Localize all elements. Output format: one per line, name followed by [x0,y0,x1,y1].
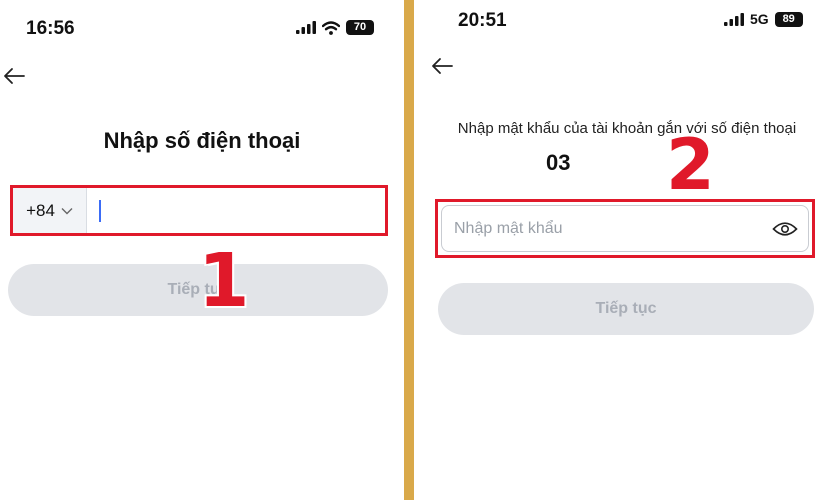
status-time: 20:51 [458,10,507,31]
wifi-icon [322,20,340,35]
signal-icon [724,12,744,26]
phone-number-display: 03 [546,150,571,175]
battery-icon: 89 [774,11,803,27]
continue-button[interactable]: Tiếp tục [438,283,814,335]
password-prompt: Nhập mật khẩu của tài khoản gắn với số đ… [457,120,797,137]
eye-icon[interactable] [772,221,798,237]
password-entry-screen: 20:51 5G 89 Nhập mật khẩu của tài khoản … [414,0,840,500]
phone-entry-screen: 16:56 70 Nhập số điện thoại +84 Tiếp tục [0,0,404,500]
phone-number-field: +84 [10,185,388,236]
chevron-down-icon [61,207,73,214]
step-marker-1: 1 [198,238,250,324]
signal-icon [296,21,316,34]
status-icons: 5G 89 [724,11,803,27]
back-arrow-icon[interactable] [2,66,26,86]
network-type: 5G [750,11,769,27]
phone-input[interactable] [87,188,385,233]
screen-divider [404,0,414,500]
status-time: 16:56 [26,18,75,39]
step-marker-2: 2 [666,124,715,206]
password-field[interactable]: Nhập mật khẩu [441,205,809,252]
country-code-label: +84 [26,200,55,220]
country-code-selector[interactable]: +84 [13,188,87,233]
password-field-highlight: Nhập mật khẩu [435,199,815,258]
back-arrow-icon[interactable] [430,56,454,76]
text-cursor [99,199,101,222]
status-icons: 70 [296,20,374,35]
page-title: Nhập số điện thoại [103,128,301,153]
battery-icon: 70 [346,20,374,35]
password-input[interactable]: Nhập mật khẩu [454,220,772,238]
